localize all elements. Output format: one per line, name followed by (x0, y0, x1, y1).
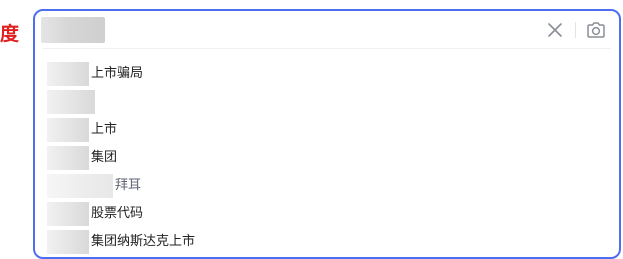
camera-icon[interactable] (585, 19, 607, 41)
suggestion-item[interactable] (35, 88, 619, 116)
suggestion-text: 上市骗局 (91, 66, 144, 81)
suggestion-item[interactable]: 集团 (35, 144, 619, 172)
close-icon[interactable] (545, 20, 565, 40)
suggestion-text: 拜耳 (115, 178, 142, 193)
suggestion-text: 上市 (91, 122, 118, 137)
redaction-mask (47, 146, 89, 170)
dropdown-separator (43, 48, 611, 49)
suggestion-item[interactable]: 上市骗局 (35, 60, 619, 88)
divider (575, 22, 576, 38)
logo-fragment: 度 (0, 24, 20, 45)
suggestion-text: 集团 (91, 150, 118, 165)
redaction-mask (47, 62, 89, 86)
redaction-mask (47, 202, 89, 226)
redaction-mask (47, 230, 89, 254)
redaction-mask (47, 174, 113, 198)
suggestion-item[interactable]: 集团纳斯达克上市 (35, 228, 619, 256)
redaction-mask (47, 118, 89, 142)
suggestion-text: 股票代码 (91, 206, 144, 221)
suggestion-item[interactable]: 上市 (35, 116, 619, 144)
redaction-mask (47, 90, 95, 114)
suggestion-text: 集团纳斯达克上市 (91, 234, 196, 249)
query-redaction (41, 17, 105, 43)
search-input[interactable] (107, 17, 531, 45)
suggestion-list: 上市骗局 上市 集团 拜耳 股票代码 集团纳斯达克上市 (35, 60, 619, 256)
suggestion-item[interactable]: 股票代码 (35, 200, 619, 228)
suggestion-item[interactable]: 拜耳 (35, 172, 619, 200)
search-input-row (35, 11, 619, 51)
search-box[interactable]: 上市骗局 上市 集团 拜耳 股票代码 集团纳斯达克上市 (33, 9, 621, 259)
